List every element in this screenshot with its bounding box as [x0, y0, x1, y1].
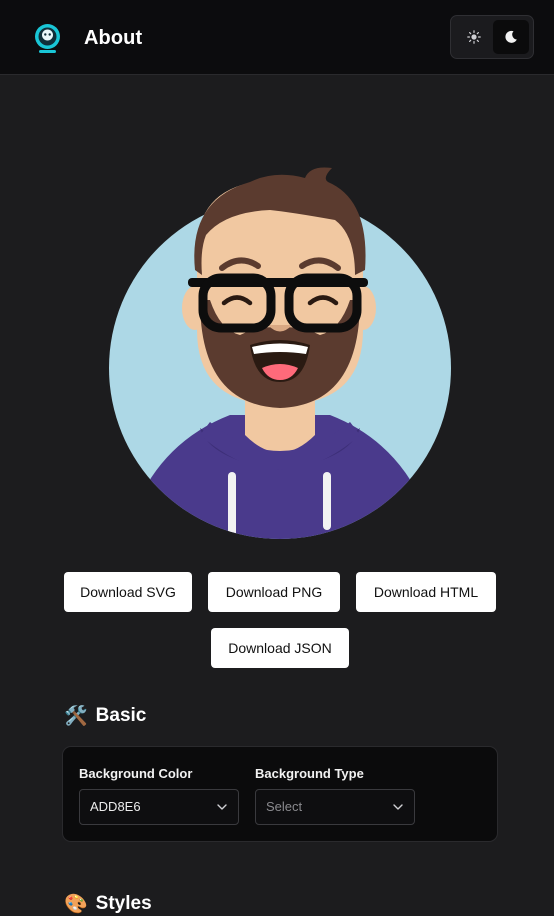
avatar-illustration [109, 167, 451, 539]
page-title: About [84, 27, 143, 49]
avatar-preview [100, 160, 460, 545]
chevron-down-icon [393, 804, 403, 810]
styles-section-title: 🎨 Styles [64, 892, 152, 916]
background-type-label: Background Type [255, 766, 364, 781]
palette-emoji-icon: 🎨 [64, 894, 88, 915]
download-html-button[interactable]: Download HTML [356, 572, 496, 612]
background-color-value: ADD8E6 [90, 799, 141, 814]
background-color-select[interactable]: ADD8E6 [79, 789, 239, 825]
basic-section-label: Basic [95, 705, 147, 726]
light-theme-button[interactable] [456, 20, 492, 54]
background-color-label: Background Color [79, 766, 193, 781]
moon-icon [505, 30, 517, 43]
basic-settings-panel: Background Color ADD8E6 Background Type … [62, 746, 498, 842]
download-json-button[interactable]: Download JSON [211, 628, 349, 668]
background-type-placeholder: Select [266, 799, 303, 814]
basic-section-title: 🛠️ Basic [64, 704, 146, 728]
background-type-select[interactable]: Select [255, 789, 415, 825]
download-png-button[interactable]: Download PNG [208, 572, 340, 612]
styles-section-label: Styles [95, 893, 152, 914]
top-bar: About [0, 0, 554, 75]
dark-theme-button[interactable] [493, 20, 529, 54]
sun-icon [467, 30, 481, 44]
chevron-down-icon [217, 804, 227, 810]
tools-emoji-icon: 🛠️ [64, 706, 88, 727]
download-svg-button[interactable]: Download SVG [64, 572, 192, 612]
bot-logo-icon[interactable] [34, 24, 61, 54]
theme-toggle [450, 15, 534, 59]
